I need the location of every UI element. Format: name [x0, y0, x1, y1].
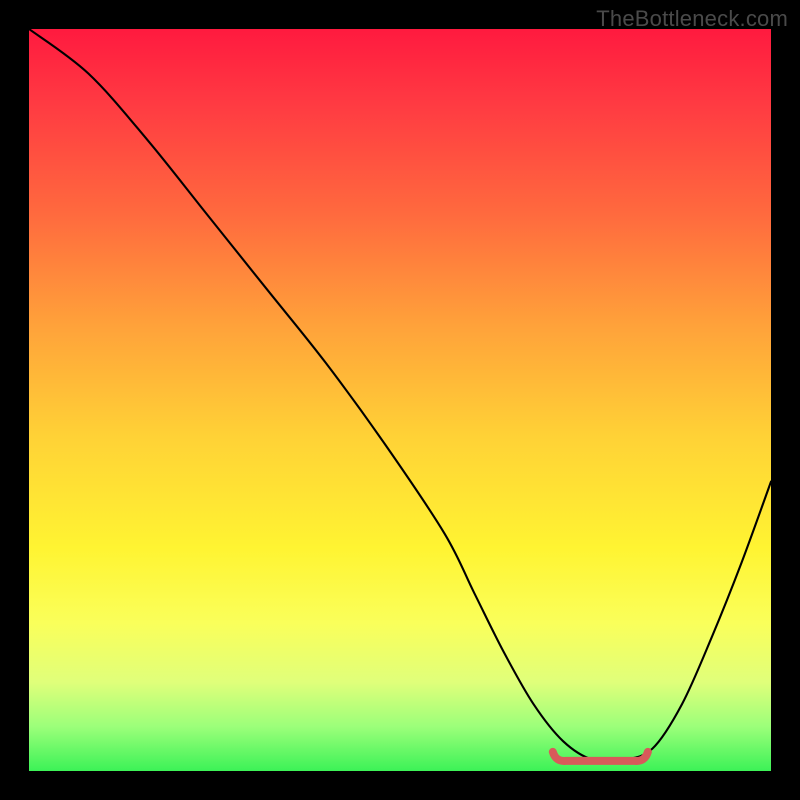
watermark-text: TheBottleneck.com: [596, 6, 788, 32]
bottleneck-curve-svg: [29, 29, 771, 771]
min-highlight: [553, 752, 648, 761]
bottleneck-curve: [29, 29, 771, 762]
chart-area: [29, 29, 771, 771]
